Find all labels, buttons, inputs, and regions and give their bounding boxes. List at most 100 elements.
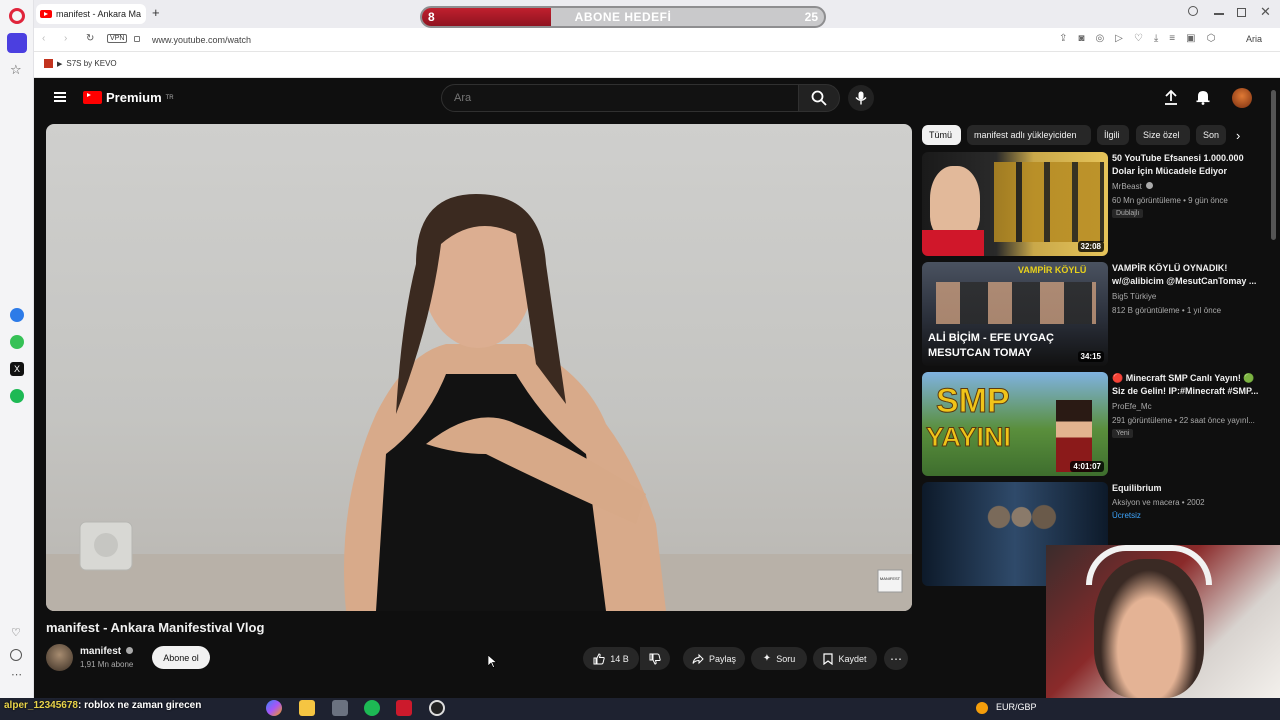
thumbnail-face [930, 166, 980, 238]
video-player[interactable]: MANIFEST [46, 124, 912, 611]
send-icon[interactable]: ⇪ [1059, 33, 1067, 44]
dislike-button[interactable] [640, 647, 670, 670]
search-tabs-icon[interactable] [1188, 6, 1198, 16]
channel-watermark[interactable]: MANIFEST [878, 576, 902, 581]
bookmark-item[interactable]: ▶ S7S by KEVO [44, 59, 117, 68]
video-title[interactable]: VAMPİR KÖYLÜ OYNADIK! w/@alibicim @Mesut… [1112, 262, 1262, 288]
video-duration: 4:01:07 [1070, 461, 1104, 472]
video-title[interactable]: 🔴 Minecraft SMP Canlı Yayın! 🟢 Siz de Ge… [1112, 372, 1262, 398]
close-window-button[interactable]: ✕ [1260, 4, 1271, 20]
opera-taskbar-icon[interactable] [396, 700, 412, 716]
opera-logo-icon[interactable] [9, 8, 25, 24]
like-button[interactable]: 14 B [583, 647, 639, 670]
spotify-icon[interactable] [10, 389, 24, 403]
page-scrollbar[interactable] [1271, 90, 1276, 240]
copilot-icon[interactable] [266, 700, 282, 716]
goal-current-value: 8 [428, 10, 435, 24]
messenger-icon[interactable] [10, 308, 24, 322]
verified-icon [1146, 182, 1154, 189]
list-icon[interactable]: ≡ [1169, 33, 1175, 44]
address-bar: ‹ › ↻ VPN www.youtube.com/watch ⇪ ◙ ◎ ▷ … [34, 28, 1280, 52]
mouse-cursor-icon [488, 655, 497, 668]
channel-name[interactable]: MrBeast [1112, 182, 1154, 191]
camera-icon[interactable]: ◙ [1078, 33, 1084, 44]
thumbnail-shirt [922, 230, 984, 256]
star-icon[interactable]: ☆ [10, 62, 22, 78]
minimize-button[interactable] [1214, 13, 1224, 15]
forward-icon[interactable]: › [64, 33, 67, 44]
heart-outline-icon[interactable]: ♡ [1134, 33, 1143, 44]
region-code: TR [165, 94, 174, 101]
movie-title[interactable]: Equilibrium [1112, 482, 1262, 495]
chat-message: : roblox ne zaman girecen [77, 700, 202, 711]
channel-name[interactable]: ProEfe_Mc [1112, 402, 1152, 411]
channel-name[interactable]: manifest [80, 646, 133, 657]
more-icon[interactable]: ⋯ [11, 668, 22, 681]
youtube-header: Premium TR [36, 80, 1280, 118]
back-icon[interactable]: ‹ [42, 33, 45, 44]
video-thumbnail[interactable]: 32:08 [922, 152, 1108, 256]
maximize-button[interactable] [1237, 8, 1246, 17]
bookmark-label: S7S by KEVO [66, 59, 117, 68]
aria-button[interactable]: Aria [1246, 34, 1262, 44]
currency-widget[interactable]: EUR/GBP [996, 702, 1037, 712]
spotify-taskbar-icon[interactable] [364, 700, 380, 716]
channel-name-text: MrBeast [1112, 182, 1142, 191]
file-explorer-icon[interactable] [299, 700, 315, 716]
upload-icon[interactable] [1164, 89, 1178, 110]
recommended-video-3[interactable]: SMP YAYINI 4:01:07 🔴 Minecraft SMP Canlı… [922, 372, 1262, 476]
chip-related[interactable]: İlgili [1097, 125, 1129, 145]
chip-all[interactable]: Tümü [922, 125, 961, 145]
video-thumbnail[interactable]: SMP YAYINI 4:01:07 [922, 372, 1108, 476]
youtube-premium-logo[interactable]: Premium TR [83, 90, 174, 105]
currency-icon [976, 702, 988, 714]
search-icon [811, 90, 827, 106]
home-icon[interactable] [7, 33, 27, 53]
channel-avatar[interactable] [46, 644, 73, 671]
verified-icon [125, 647, 133, 654]
save-button[interactable]: Kaydet [813, 647, 877, 670]
tab-youtube[interactable]: manifest - Ankara Ma [36, 4, 146, 24]
x-icon[interactable]: X [10, 362, 24, 376]
chip-for-you[interactable]: Size özel [1136, 125, 1190, 145]
channel-name[interactable]: Big5 Türkiye [1112, 292, 1156, 301]
download-icon[interactable]: ⤓ [1154, 33, 1158, 44]
chip-from-uploader[interactable]: manifest adlı yükleyiciden [967, 125, 1091, 145]
search-button[interactable] [798, 84, 840, 112]
reload-icon[interactable]: ↻ [86, 33, 94, 44]
url-field[interactable]: www.youtube.com/watch [152, 35, 251, 45]
hamburger-menu-icon[interactable] [54, 92, 66, 102]
wallet-icon[interactable]: ▣ [1186, 33, 1195, 44]
subscribe-button[interactable]: Abone ol [152, 646, 210, 669]
recommended-video-2[interactable]: VAMPİR KÖYLÜ ALİ BİÇİM - EFE UYGAÇ MESUT… [922, 262, 1262, 366]
extensions-icon[interactable]: ⬡ [1207, 33, 1216, 44]
share-button[interactable]: Paylaş [683, 647, 745, 670]
vpn-badge[interactable]: VPN [107, 34, 128, 43]
chips-next-icon[interactable]: › [1236, 128, 1240, 143]
obs-taskbar-icon[interactable] [429, 700, 445, 716]
video-title[interactable]: 50 YouTube Efsanesi 1.000.000 Dolar İçin… [1112, 152, 1262, 178]
thumbnail-people [936, 282, 1096, 324]
video-duration: 32:08 [1077, 241, 1104, 252]
shield-icon[interactable]: ◎ [1095, 33, 1104, 44]
goal-target-value: 25 [804, 10, 818, 24]
user-avatar[interactable] [1232, 88, 1252, 108]
history-icon[interactable] [10, 649, 22, 661]
ask-button[interactable]: ✦ Soru [751, 647, 807, 670]
search-input[interactable] [441, 84, 799, 112]
video-frame [46, 194, 912, 611]
voice-search-button[interactable] [848, 85, 874, 111]
whatsapp-icon[interactable] [10, 335, 24, 349]
notifications-icon[interactable] [1196, 89, 1210, 110]
recommended-video-1[interactable]: 32:08 50 YouTube Efsanesi 1.000.000 Dola… [922, 152, 1262, 256]
free-badge: Ücretsiz [1112, 511, 1141, 520]
chip-recent[interactable]: Son [1196, 125, 1226, 145]
video-thumbnail[interactable]: VAMPİR KÖYLÜ ALİ BİÇİM - EFE UYGAÇ MESUT… [922, 262, 1108, 366]
chat-username: alper_12345678 [4, 700, 78, 711]
calculator-icon[interactable] [332, 700, 348, 716]
thumbnail-heading: VAMPİR KÖYLÜ [1018, 265, 1087, 275]
heart-icon[interactable]: ♡ [11, 626, 21, 639]
play-icon[interactable]: ▷ [1115, 33, 1123, 44]
more-actions-button[interactable]: ⋯ [884, 647, 908, 670]
new-tab-button[interactable]: + [152, 5, 160, 20]
